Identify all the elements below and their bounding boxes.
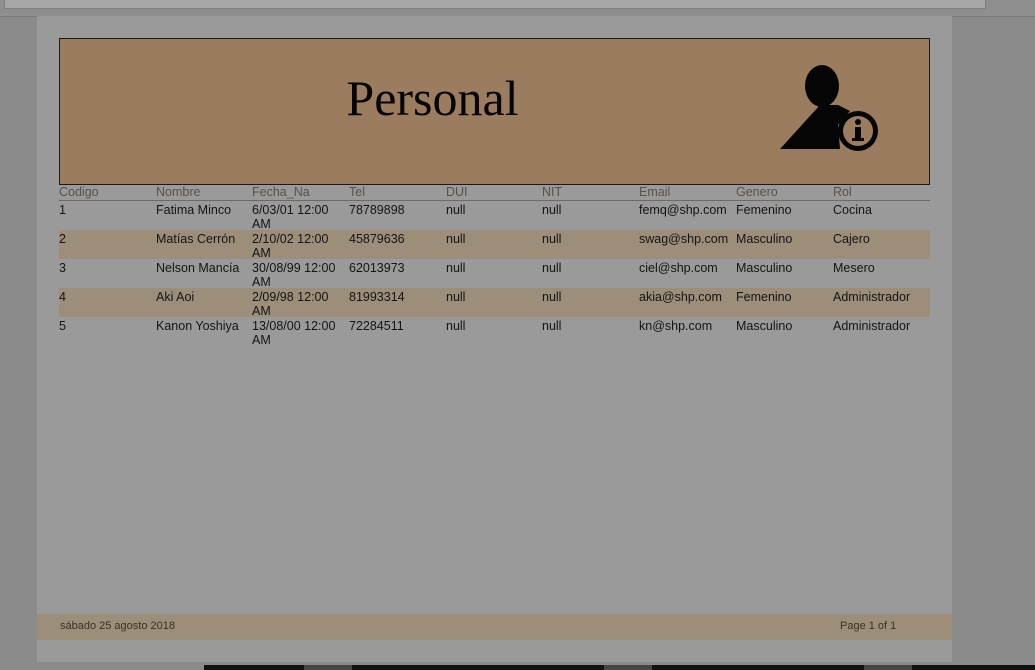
cell-codigo: 3 bbox=[59, 261, 66, 275]
cell-nombre: Matías Cerrón bbox=[156, 232, 236, 246]
table-row: 4 Aki Aoi 2/09/98 12:00 AM 81993314 null… bbox=[59, 288, 930, 318]
report-footer: sábado 25 agosto 2018 Page 1 of 1 bbox=[37, 614, 952, 640]
cell-nombre: Nelson Mancía bbox=[156, 261, 240, 275]
cell-rol: Administrador bbox=[833, 290, 911, 304]
cell-dui: null bbox=[446, 261, 466, 275]
cell-nit: null bbox=[542, 290, 562, 304]
cell-nit: null bbox=[542, 203, 562, 217]
top-toolbar-strip bbox=[0, 0, 1035, 17]
cell-dui: null bbox=[446, 203, 466, 217]
cell-email: ciel@shp.com bbox=[639, 261, 718, 275]
cell-dui: null bbox=[446, 319, 466, 333]
footer-page-number: Page 1 of 1 bbox=[840, 620, 897, 632]
cell-nit: null bbox=[542, 232, 562, 246]
cell-email: akia@shp.com bbox=[639, 290, 722, 304]
cell-nit: null bbox=[542, 261, 562, 275]
cell-codigo: 1 bbox=[59, 203, 66, 217]
user-info-icon bbox=[780, 65, 878, 151]
cell-email: femq@shp.com bbox=[639, 203, 727, 217]
cell-genero: Masculino bbox=[736, 232, 793, 246]
cell-genero: Femenino bbox=[736, 203, 792, 217]
cell-codigo: 5 bbox=[59, 319, 66, 333]
cell-fecha: 2/10/02 12:00 AM bbox=[252, 232, 329, 260]
cell-dui: null bbox=[446, 232, 466, 246]
cell-tel: 62013973 bbox=[349, 261, 405, 275]
cell-nombre: Fatima Minco bbox=[156, 203, 232, 217]
cell-rol: Cajero bbox=[833, 232, 870, 246]
bottom-scrollbar[interactable] bbox=[204, 665, 1035, 670]
table-row: 5 Kanon Yoshiya 13/08/00 12:00 AM 722845… bbox=[59, 317, 930, 347]
table-header: Codigo Nombre Fecha_Na Tel DUI NIT Email… bbox=[59, 184, 930, 201]
report-banner: Personal bbox=[59, 38, 930, 185]
cell-fecha: 2/09/98 12:00 AM bbox=[252, 290, 329, 318]
cell-dui: null bbox=[446, 290, 466, 304]
column-header-dui: DUI bbox=[446, 185, 468, 199]
cell-fecha: 30/08/99 12:00 AM bbox=[252, 261, 336, 289]
footer-date: sábado 25 agosto 2018 bbox=[60, 620, 175, 632]
column-header-codigo: Codigo bbox=[59, 185, 99, 199]
column-header-fecha: Fecha_Na bbox=[252, 185, 310, 199]
scrollbar-segment bbox=[604, 665, 652, 670]
cell-nombre: Aki Aoi bbox=[156, 290, 195, 304]
cell-nit: null bbox=[542, 319, 562, 333]
table-row: 2 Matías Cerrón 2/10/02 12:00 AM 4587963… bbox=[59, 230, 930, 260]
cell-tel: 45879636 bbox=[349, 232, 405, 246]
scrollbar-segment bbox=[864, 665, 912, 670]
cell-email: kn@shp.com bbox=[639, 319, 713, 333]
cell-codigo: 2 bbox=[59, 232, 66, 246]
cell-codigo: 4 bbox=[59, 290, 66, 304]
cell-tel: 81993314 bbox=[349, 290, 405, 304]
column-header-nombre: Nombre bbox=[156, 185, 201, 199]
cell-fecha: 6/03/01 12:00 AM bbox=[252, 203, 329, 231]
cell-genero: Femenino bbox=[736, 290, 792, 304]
cell-fecha: 13/08/00 12:00 AM bbox=[252, 319, 336, 347]
column-header-rol: Rol bbox=[833, 185, 852, 199]
cell-tel: 72284511 bbox=[349, 319, 404, 333]
cell-rol: Mesero bbox=[833, 261, 875, 275]
toolbar-field[interactable] bbox=[4, 0, 986, 9]
cell-nombre: Kanon Yoshiya bbox=[156, 319, 239, 333]
table-row: 3 Nelson Mancía 30/08/99 12:00 AM 620139… bbox=[59, 259, 930, 289]
column-header-genero: Genero bbox=[736, 185, 778, 199]
column-header-nit: NIT bbox=[542, 185, 563, 199]
cell-email: swag@shp.com bbox=[639, 232, 729, 246]
cell-genero: Masculino bbox=[736, 261, 793, 275]
cell-tel: 78789898 bbox=[349, 203, 405, 217]
column-header-email: Email bbox=[639, 185, 671, 199]
personal-table: Codigo Nombre Fecha_Na Tel DUI NIT Email… bbox=[59, 184, 930, 347]
cell-rol: Administrador bbox=[833, 319, 911, 333]
column-header-tel: Tel bbox=[349, 185, 365, 199]
report-title: Personal bbox=[346, 70, 519, 126]
cell-genero: Masculino bbox=[736, 319, 793, 333]
scrollbar-segment bbox=[304, 665, 352, 670]
report-page: Personal Codigo Nombre Fecha_Na Tel DUI … bbox=[37, 16, 952, 662]
table-row: 1 Fatima Minco 6/03/01 12:00 AM 78789898… bbox=[59, 201, 930, 231]
cell-rol: Cocina bbox=[833, 203, 872, 217]
